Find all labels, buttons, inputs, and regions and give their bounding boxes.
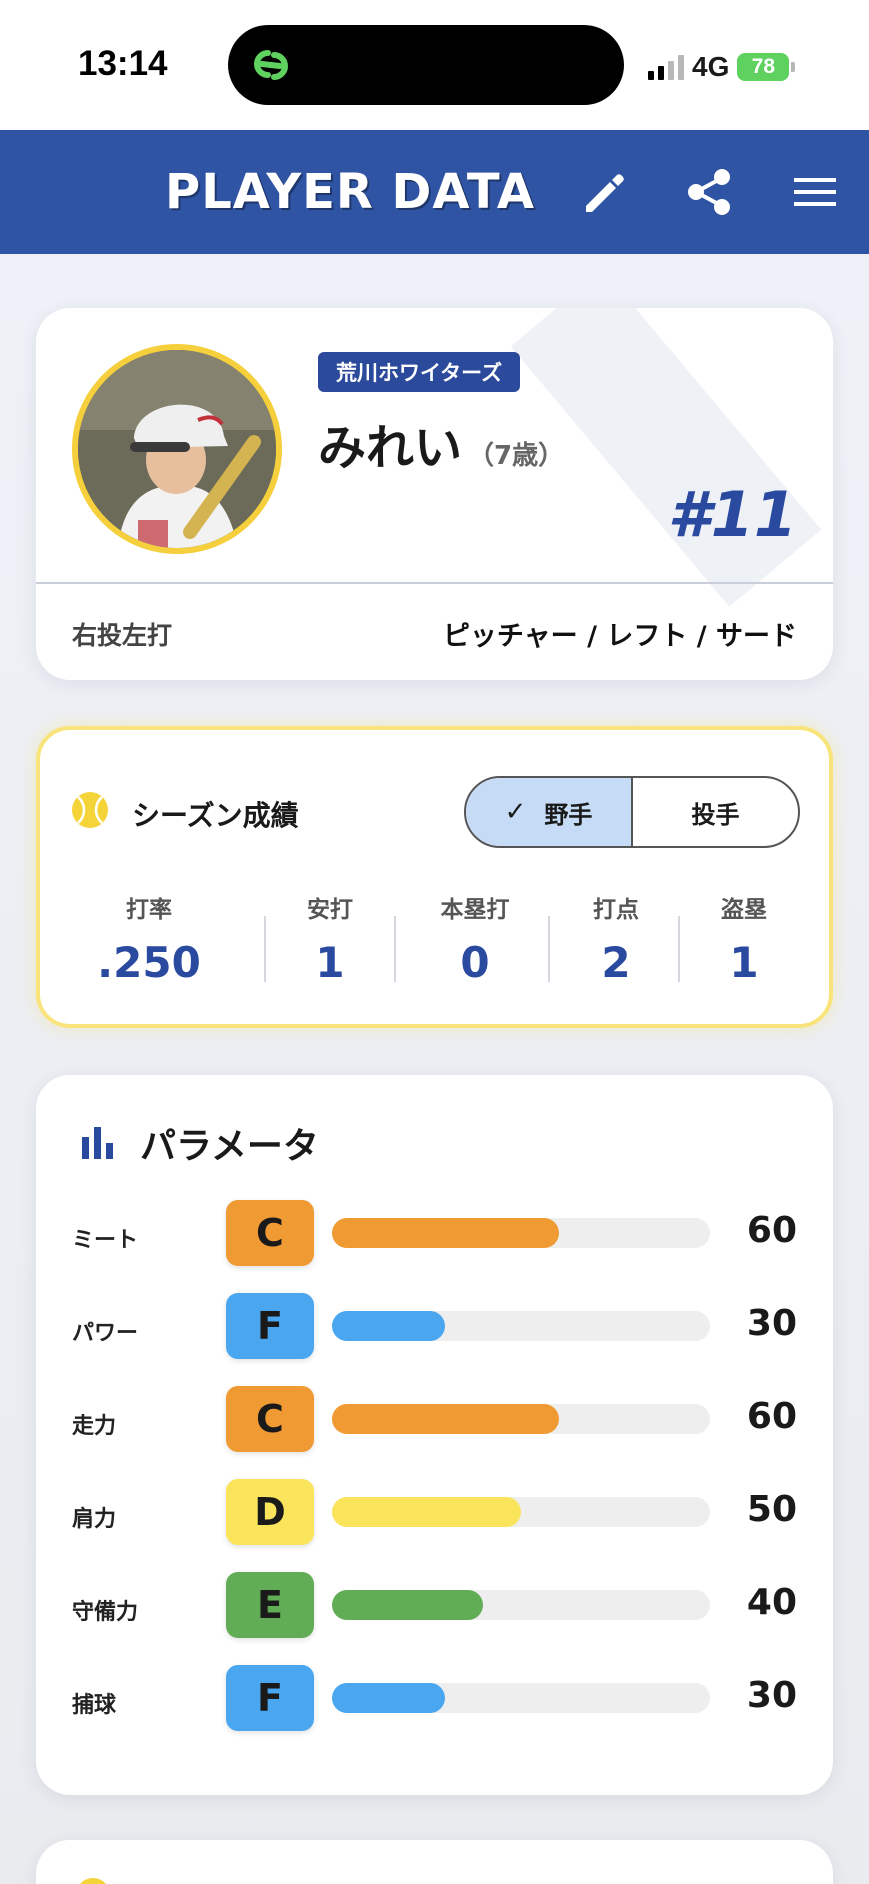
- divider: [678, 916, 680, 982]
- role-toggle: ✓ 野手 投手: [464, 776, 800, 848]
- network-type: 4G: [692, 51, 730, 82]
- status-time: 13:14: [78, 44, 168, 83]
- parameter-value: 60: [746, 1210, 797, 1251]
- season-stats-card: シーズン成績 ✓ 野手 投手 打率 .250 安打 1 本塁打 0 打点 2 盗…: [36, 726, 833, 1028]
- softball-icon: [72, 792, 108, 828]
- section-title: シーズン成績: [132, 799, 299, 832]
- parameter-bar-fill: [332, 1404, 559, 1434]
- hamburger-menu-icon: [794, 178, 836, 206]
- parameter-row: 肩力 D 50: [36, 1479, 833, 1547]
- tab-pitcher[interactable]: 投手: [633, 778, 798, 846]
- parameter-label: 肩力: [72, 1507, 117, 1532]
- stat-value: 1: [729, 938, 759, 987]
- parameter-bar-track: [332, 1683, 710, 1713]
- grade-badge: E: [226, 1572, 314, 1638]
- stat-value: 1: [315, 938, 345, 987]
- parameter-row: パワー F 30: [36, 1293, 833, 1361]
- stat-stolen-bases: 盗塁 1: [684, 890, 804, 987]
- parameter-row: ミート C 60: [36, 1200, 833, 1268]
- stats-row: 打率 .250 安打 1 本塁打 0 打点 2 盗塁 1: [40, 890, 829, 1000]
- player-positions: ピッチャー / レフト / サード: [442, 621, 797, 652]
- player-name-line: みれい （7歳）: [318, 408, 564, 478]
- tab-fielder[interactable]: ✓ 野手: [466, 778, 633, 846]
- next-card: [36, 1840, 833, 1884]
- parameter-value: 50: [746, 1489, 797, 1530]
- parameter-bar-fill: [332, 1590, 483, 1620]
- parameter-bar-fill: [332, 1311, 445, 1341]
- parameter-label: ミート: [72, 1228, 139, 1253]
- parameter-row: 守備力 E 40: [36, 1572, 833, 1640]
- section-title: パラメータ: [140, 1126, 319, 1167]
- parameter-bar-fill: [332, 1218, 559, 1248]
- divider: [548, 916, 550, 982]
- grade-badge: F: [226, 1293, 314, 1359]
- parameter-value: 40: [746, 1582, 797, 1623]
- player-name: みれい: [318, 420, 463, 476]
- stat-value: 2: [601, 938, 631, 987]
- parameter-label: 捕球: [72, 1693, 117, 1718]
- stat-hits: 安打 1: [270, 890, 390, 987]
- status-bar: 13:14 4G 78: [0, 0, 869, 130]
- tab-label: 野手: [544, 800, 593, 829]
- player-photo: [78, 350, 276, 548]
- stat-label: 打点: [593, 897, 639, 923]
- parameter-bar-track: [332, 1218, 710, 1248]
- pencil-icon: [586, 174, 624, 212]
- parameter-bar-track: [332, 1311, 710, 1341]
- parameter-bar-fill: [332, 1683, 445, 1713]
- stat-label: 本塁打: [440, 897, 510, 923]
- parameter-value: 30: [746, 1303, 797, 1344]
- edit-button[interactable]: [572, 160, 636, 224]
- menu-button[interactable]: [784, 160, 848, 224]
- stat-label: 盗塁: [721, 897, 767, 923]
- stat-value: 0: [460, 938, 490, 987]
- uniform-number: #11: [667, 478, 797, 551]
- cellular-signal-icon: [648, 54, 684, 80]
- stat-rbi: 打点 2: [554, 890, 678, 987]
- profile-card: 荒川ホワイターズ みれい （7歳） #11 右投左打 ピッチャー / レフト / …: [36, 308, 833, 680]
- parameter-bar-fill: [332, 1497, 521, 1527]
- player-avatar: [72, 344, 282, 554]
- battery-level: 78: [751, 55, 776, 78]
- status-indicators: 4G 78: [648, 50, 796, 84]
- link-app-icon: [254, 50, 288, 80]
- battery-icon: 78: [737, 53, 790, 81]
- battery-cap: [791, 62, 796, 72]
- stat-batting-average: 打率 .250: [76, 890, 222, 987]
- grade-badge: D: [226, 1479, 314, 1545]
- app-header: PLAYER DATA: [0, 130, 869, 254]
- player-age: （7歳）: [468, 441, 565, 471]
- grade-badge: C: [226, 1200, 314, 1266]
- bar-chart-icon: [82, 1127, 113, 1159]
- parameter-bar-track: [332, 1590, 710, 1620]
- parameter-row: 走力 C 60: [36, 1386, 833, 1454]
- grade-badge: C: [226, 1386, 314, 1452]
- stat-home-runs: 本塁打 0: [400, 890, 550, 987]
- stat-label: 打率: [126, 897, 172, 923]
- parameter-label: 走力: [72, 1414, 117, 1439]
- divider: [36, 582, 833, 584]
- stat-value: .250: [97, 938, 201, 987]
- divider: [264, 916, 266, 982]
- parameter-bar-track: [332, 1497, 710, 1527]
- divider: [394, 916, 396, 982]
- throw-bat-style: 右投左打: [72, 621, 173, 650]
- share-button[interactable]: [678, 160, 742, 224]
- parameter-label: 守備力: [72, 1600, 139, 1625]
- grade-badge: F: [226, 1665, 314, 1731]
- share-icon: [688, 169, 730, 215]
- softball-icon: [76, 1878, 110, 1884]
- parameter-value: 30: [746, 1675, 797, 1716]
- check-icon: ✓: [504, 797, 527, 827]
- tab-label: 投手: [691, 800, 740, 829]
- parameter-bar-track: [332, 1404, 710, 1434]
- stat-label: 安打: [307, 897, 353, 923]
- parameter-value: 60: [746, 1396, 797, 1437]
- parameter-row: 捕球 F 30: [36, 1665, 833, 1733]
- parameter-label: パワー: [72, 1321, 139, 1346]
- parameters-card: パラメータ ミート C 60 パワー F 30 走力 C 60 肩力 D 50 守備力 E 40 捕球 F 30: [36, 1075, 833, 1795]
- dynamic-island: [228, 25, 624, 105]
- team-badge: 荒川ホワイターズ: [318, 352, 521, 392]
